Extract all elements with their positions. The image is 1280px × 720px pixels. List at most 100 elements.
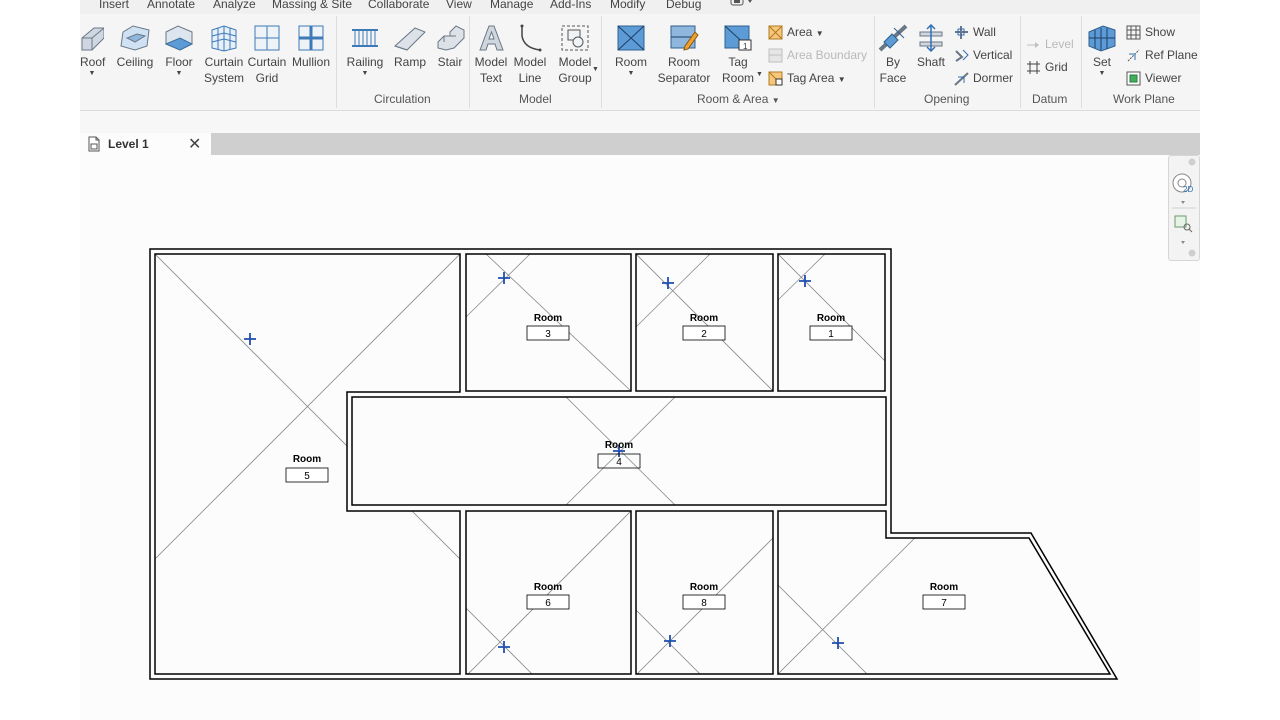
room-tag-1[interactable]: Room 1 — [809, 313, 853, 341]
floor-button[interactable]: Floor ▼ — [162, 20, 196, 78]
wall-opening-icon — [955, 26, 968, 40]
ramp-button[interactable]: Ramp — [392, 20, 428, 70]
ribbon-display-toggle[interactable] — [730, 0, 756, 11]
drawing-canvas[interactable]: Room 1 Room 2 Room 3 Room 4 Room 5 Room … — [80, 155, 1200, 720]
model-text-label-line1: Model — [474, 55, 508, 69]
room-label: Room — [614, 55, 647, 69]
dormer-icon — [954, 72, 969, 87]
chevron-down-icon[interactable] — [1181, 241, 1185, 244]
room-5-marker[interactable] — [244, 333, 256, 345]
mullion-icon — [298, 25, 324, 51]
tab-view[interactable]: View — [446, 0, 472, 11]
close-view-tab-button[interactable]: ✕ — [188, 134, 201, 154]
mullion-button[interactable]: Mullion — [289, 20, 333, 70]
caret-down-icon: ▼ — [175, 70, 183, 77]
stair-button[interactable]: Stair — [432, 20, 468, 70]
room-name: Room — [293, 454, 321, 465]
ref-plane-button[interactable]: Ref Plane — [1126, 47, 1198, 63]
railing-button[interactable]: Railing ▼ — [345, 20, 385, 78]
room-5-reference-lines — [155, 254, 460, 575]
show-work-plane-button[interactable]: Show — [1126, 24, 1175, 40]
room-7-reference-lines — [778, 511, 943, 674]
work-plane-panel-label: Work Plane — [1113, 92, 1175, 106]
svg-text:1: 1 — [743, 42, 748, 51]
panel-separator — [1081, 16, 1082, 108]
view-tab-level-1[interactable]: Level 1 ✕ — [80, 133, 211, 155]
room-area-panel-label[interactable]: Room & Area ▼ — [697, 92, 780, 106]
room-name: Room — [817, 313, 845, 324]
close-navbar-icon[interactable] — [1188, 158, 1196, 166]
tab-debug[interactable]: Debug — [666, 0, 701, 11]
tag-room-label-line2: Room — [721, 71, 754, 85]
tab-annotate[interactable]: Annotate — [147, 0, 195, 11]
grid-button[interactable]: Grid — [1026, 59, 1068, 75]
set-work-plane-button[interactable]: Set ▼ — [1086, 20, 1118, 78]
tab-add-ins[interactable]: Add-Ins — [550, 0, 591, 11]
model-group-button[interactable]: Model Group — [552, 20, 598, 86]
tab-collaborate[interactable]: Collaborate — [368, 0, 429, 11]
curtain-grid-button[interactable]: Curtain Grid — [247, 20, 287, 86]
resize-navbar-icon[interactable] — [1188, 249, 1196, 257]
room-button[interactable]: Room ▼ — [613, 20, 649, 78]
room-2-marker[interactable] — [662, 277, 674, 289]
ceiling-button[interactable]: Ceiling — [114, 20, 156, 70]
wall-opening-button[interactable]: Wall — [954, 24, 996, 40]
grid-label: Grid — [1045, 60, 1068, 74]
tab-manage[interactable]: Manage — [490, 0, 533, 11]
viewer-button[interactable]: Viewer — [1126, 70, 1181, 86]
dormer-button[interactable]: Dormer — [954, 70, 1013, 87]
tag-room-button[interactable]: 1 Tag Room — [720, 20, 756, 86]
show-work-plane-icon — [1126, 25, 1141, 40]
set-work-plane-icon — [1088, 25, 1116, 52]
area-button[interactable]: Area ▼ — [768, 24, 824, 42]
shaft-label: Shaft — [916, 55, 946, 69]
area-label: Area — [787, 25, 813, 39]
model-line-button[interactable]: Model Line — [512, 20, 548, 86]
room-tag-2[interactable]: Room 2 — [682, 313, 726, 341]
area-boundary-icon — [768, 48, 783, 63]
room-1-reference-lines — [778, 254, 885, 362]
room-7-marker[interactable] — [832, 637, 844, 649]
room-6-marker[interactable] — [498, 641, 510, 653]
roof-label: Roof — [80, 55, 106, 69]
show-label: Show — [1145, 25, 1176, 39]
room-separator-label-line2: Separator — [657, 71, 711, 85]
room-tag-3[interactable]: Room 3 — [526, 313, 570, 341]
room-tag-8[interactable]: Room 8 — [682, 582, 726, 610]
room-separator-button[interactable]: Room Separator — [656, 20, 712, 86]
curtain-system-button[interactable]: Curtain System — [203, 20, 245, 86]
shaft-button[interactable]: Shaft — [914, 20, 948, 70]
roof-button[interactable]: Roof ▼ — [80, 20, 106, 78]
tab-insert[interactable]: Insert — [99, 0, 129, 11]
panel-separator — [336, 16, 337, 108]
room-name: Room — [534, 313, 562, 324]
tag-area-button[interactable]: Tag Area ▼ — [768, 70, 846, 88]
model-text-button[interactable]: Model Text — [473, 20, 509, 86]
by-face-button[interactable]: By Face — [877, 20, 909, 86]
by-face-icon — [878, 24, 908, 52]
model-group-icon — [561, 25, 589, 51]
floor-plan[interactable]: Room 1 Room 2 Room 3 Room 4 Room 5 Room … — [80, 155, 1200, 720]
vertical-opening-button[interactable]: Vertical — [954, 47, 1012, 63]
zoom-region-icon[interactable] — [1174, 215, 1193, 233]
tab-massing-site[interactable]: Massing & Site — [272, 0, 352, 11]
curtain-grid-label-line2: Grid — [255, 71, 279, 85]
room-number: 1 — [828, 329, 834, 340]
revit-window: Insert Annotate Analyze Massing & Site C… — [80, 0, 1200, 720]
2d-wheel-icon[interactable]: 2D — [1172, 173, 1193, 194]
chevron-down-icon[interactable] — [1181, 201, 1185, 204]
curtain-system-label-line1: Curtain — [204, 55, 244, 69]
panel-separator — [469, 16, 470, 108]
grid-icon — [1027, 61, 1040, 75]
by-face-label-line1: By — [885, 55, 900, 69]
room-tag-6[interactable]: Room 6 — [526, 582, 570, 610]
room-tag-5[interactable]: Room 5 — [285, 454, 329, 483]
viewer-icon — [1126, 71, 1141, 86]
options-bar — [80, 111, 1200, 133]
room-3-marker[interactable] — [498, 272, 510, 284]
tab-analyze[interactable]: Analyze — [213, 0, 256, 11]
opening-panel-label: Opening — [924, 92, 970, 106]
tab-modify[interactable]: Modify — [610, 0, 645, 11]
room-tag-7[interactable]: Room 7 — [922, 582, 966, 610]
railing-icon — [352, 29, 378, 47]
